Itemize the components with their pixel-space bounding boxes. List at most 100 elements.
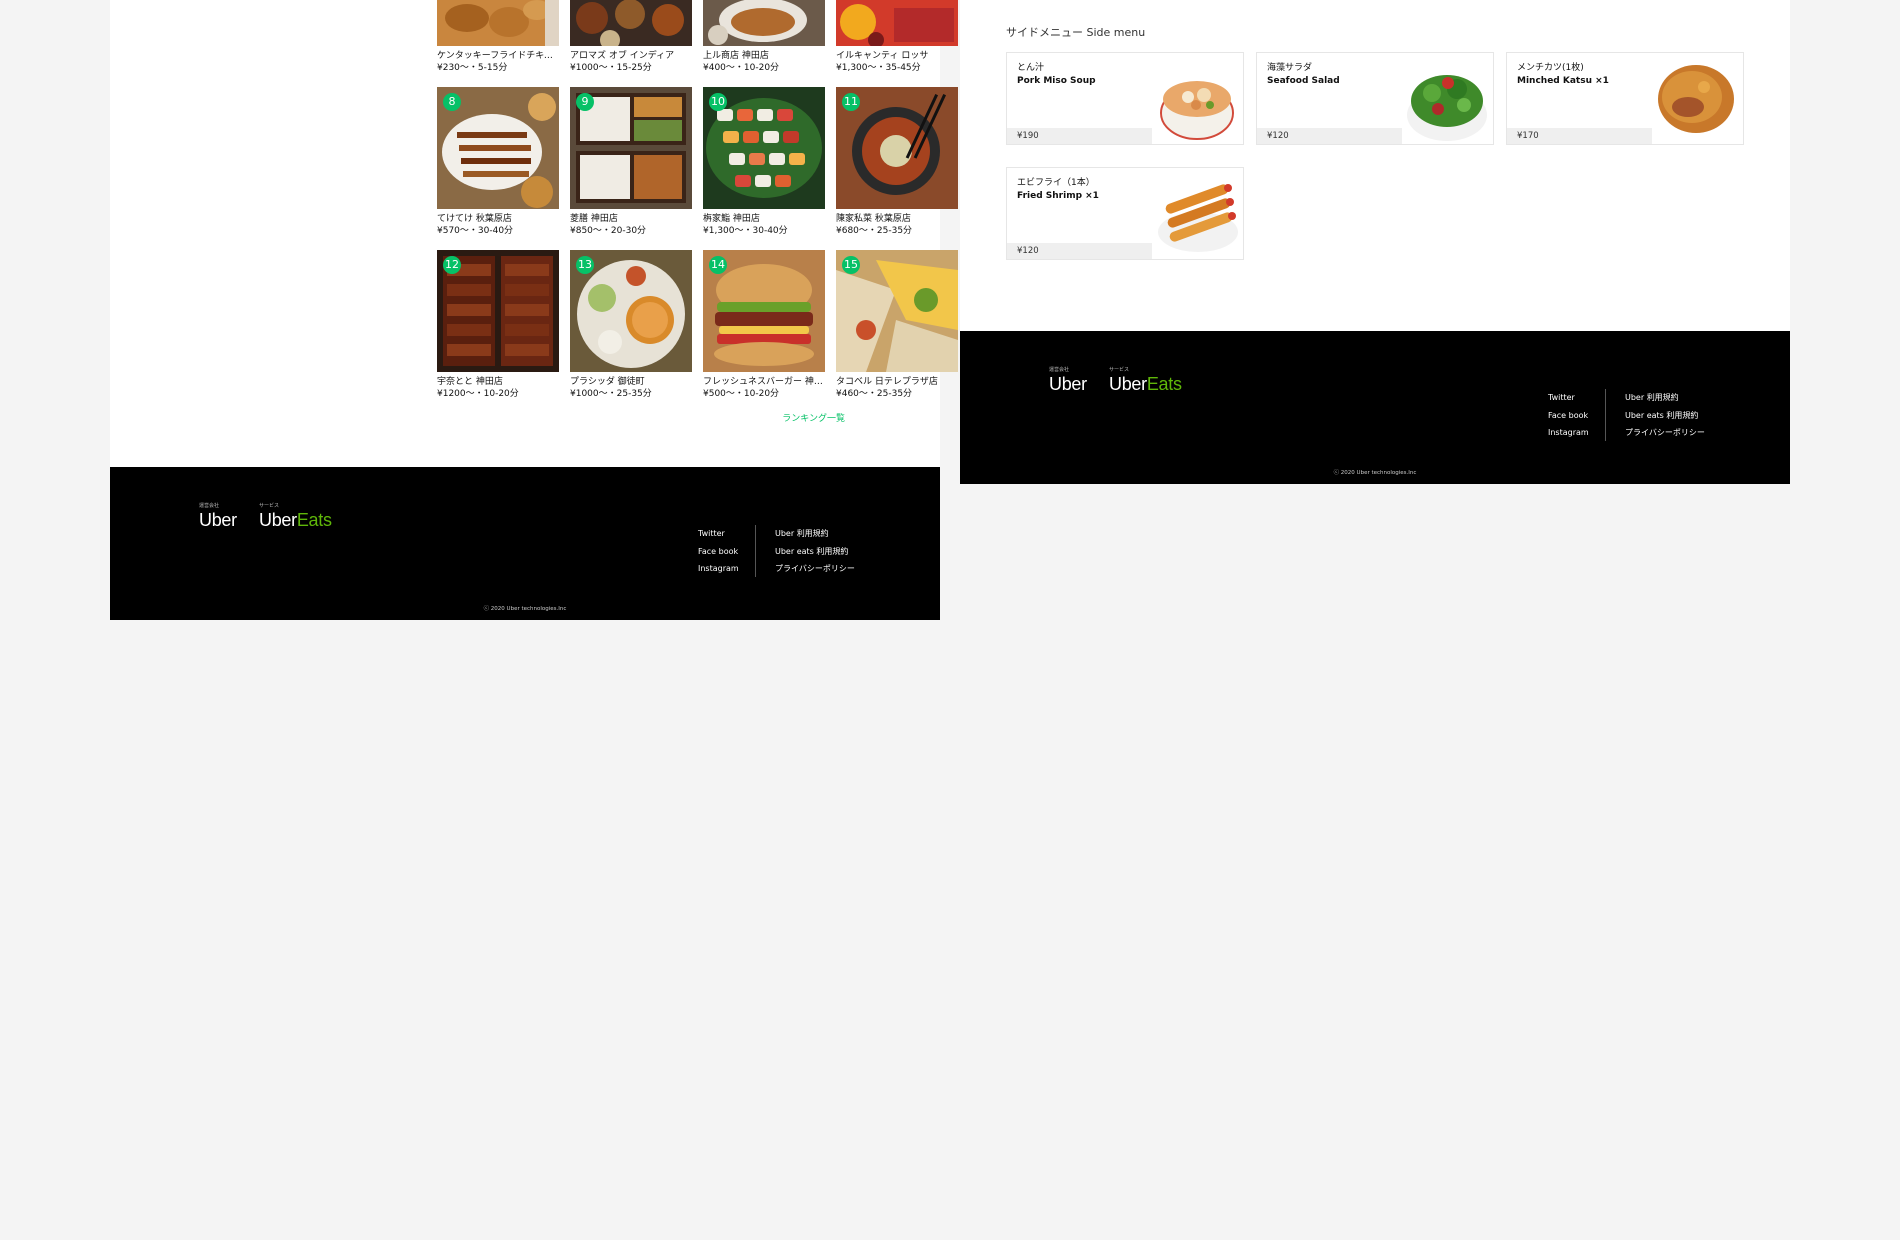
restaurant-name: 陳家私菜 秋葉原店 [836, 214, 911, 224]
footer-divider [755, 525, 756, 577]
restaurant-card[interactable]: 10 栴家鮨 神田店 ¥1,300〜・30-40分 [703, 87, 825, 237]
restaurant-card[interactable]: アロマズ オブ インディア ¥1000〜・15-25分 [570, 0, 692, 74]
uber-eats-logo[interactable]: サービス UberEats [259, 503, 332, 531]
rank-badge: 8 [443, 93, 461, 111]
restaurant-card[interactable]: 15 タコベル 日テレプラザ店 ¥460〜・25-35分 [836, 250, 958, 400]
menu-item-card[interactable]: エビフライ（1本） Fried Shrimp ×1 ¥120 [1006, 167, 1244, 260]
uber-wordmark: Uber [1049, 374, 1087, 394]
menu-item-image [1152, 168, 1243, 259]
rank-badge: 15 [842, 256, 860, 274]
uber-terms-link[interactable]: Uber 利用規約 [1625, 389, 1705, 407]
restaurant-meta: ¥1,300〜・35-45分 [836, 63, 921, 73]
uber-eats-wordmark: UberEats [259, 509, 332, 531]
restaurant-card[interactable]: 上ル商店 神田店 ¥400〜・10-20分 [703, 0, 825, 74]
menu-item-name-jp: とん汁 [1017, 63, 1045, 73]
menu-item-text: エビフライ（1本） Fried Shrimp ×1 [1017, 177, 1099, 203]
footer: 運営会社 Uber サービス UberEats Twitter Face boo… [110, 467, 940, 620]
uber-eats-terms-link[interactable]: Uber eats 利用規約 [1625, 407, 1705, 425]
policy-links: Uber 利用規約 Uber eats 利用規約 プライバシーポリシー [775, 525, 855, 578]
restaurant-name: 菱膳 神田店 [570, 214, 618, 224]
social-links: Twitter Face book Instagram [698, 525, 739, 578]
menu-item-name-en: Seafood Salad [1267, 76, 1340, 86]
uber-eats-wordmark-eats: Eats [1146, 374, 1182, 394]
uber-logo[interactable]: 運営会社 Uber [1049, 367, 1087, 395]
side-menu-title: サイドメニュー Side menu [1006, 26, 1146, 39]
restaurant-card[interactable]: 12 宇奈とと 神田店 ¥1200〜・10-20分 [437, 250, 559, 400]
restaurant-thumbnail [836, 0, 958, 46]
restaurant-name: フレッシュネスバーガー 神 ... [703, 377, 825, 387]
restaurant-meta: ¥1000〜・25-35分 [570, 389, 652, 399]
restaurant-name: てけてけ 秋葉原店 [437, 214, 512, 224]
uber-eats-logo[interactable]: サービス UberEats [1109, 367, 1182, 395]
menu-item-card[interactable]: メンチカツ(1枚) Minched Katsu ×1 ¥170 [1506, 52, 1744, 145]
restaurant-meta: ¥570〜・30-40分 [437, 226, 514, 236]
rank-badge: 11 [842, 93, 860, 111]
restaurant-thumbnail [703, 0, 825, 46]
menu-item-image [1152, 53, 1243, 144]
restaurant-thumbnail: 14 [703, 250, 825, 372]
menu-item-name-en: Fried Shrimp ×1 [1017, 191, 1099, 201]
restaurant-thumbnail [570, 0, 692, 46]
restaurant-card[interactable]: ケンタッキーフライドチキン ... ¥230〜・5-15分 [437, 0, 559, 74]
rank-badge: 12 [443, 256, 461, 274]
restaurant-name: 栴家鮨 神田店 [703, 214, 760, 224]
privacy-policy-link[interactable]: プライバシーポリシー [1625, 424, 1705, 442]
uber-eats-wordmark: UberEats [1109, 373, 1182, 395]
restaurant-meta: ¥460〜・25-35分 [836, 389, 913, 399]
restaurant-meta: ¥1200〜・10-20分 [437, 389, 519, 399]
facebook-link[interactable]: Face book [1548, 407, 1589, 425]
menu-item-text: メンチカツ(1枚) Minched Katsu ×1 [1517, 62, 1609, 88]
restaurant-card[interactable]: 8 てけてけ 秋葉原店 ¥570〜・30-40分 [437, 87, 559, 237]
privacy-policy-link[interactable]: プライバシーポリシー [775, 560, 855, 578]
menu-item-name-jp: メンチカツ(1枚) [1517, 63, 1584, 73]
menu-item-card[interactable]: 海藻サラダ Seafood Salad ¥120 [1256, 52, 1494, 145]
restaurant-card[interactable]: 11 陳家私菜 秋葉原店 ¥680〜・25-35分 [836, 87, 958, 237]
menu-item-price: ¥120 [1267, 131, 1289, 141]
rank-badge: 10 [709, 93, 727, 111]
twitter-link[interactable]: Twitter [1548, 389, 1589, 407]
rank-badge: 9 [576, 93, 594, 111]
menu-item-price: ¥170 [1517, 131, 1539, 141]
restaurant-card[interactable]: 9 菱膳 神田店 ¥850〜・20-30分 [570, 87, 692, 237]
menu-item-price: ¥190 [1017, 131, 1039, 141]
restaurant-thumbnail: 9 [570, 87, 692, 209]
restaurant-card[interactable]: 14 フレッシュネスバーガー 神 ... ¥500〜・10-20分 [703, 250, 825, 400]
rank-badge: 14 [709, 256, 727, 274]
uber-logo[interactable]: 運営会社 Uber [199, 503, 237, 531]
restaurant-meta: ¥1,300〜・30-40分 [703, 226, 788, 236]
social-links: Twitter Face book Instagram [1548, 389, 1589, 442]
restaurant-thumbnail: 11 [836, 87, 958, 209]
twitter-link[interactable]: Twitter [698, 525, 739, 543]
restaurant-meta: ¥850〜・20-30分 [570, 226, 647, 236]
footer: 運営会社 Uber サービス UberEats Twitter Face boo… [960, 331, 1790, 484]
facebook-link[interactable]: Face book [698, 543, 739, 561]
uber-eats-wordmark-uber: Uber [1109, 374, 1147, 394]
restaurant-meta: ¥1000〜・15-25分 [570, 63, 652, 73]
restaurant-meta: ¥680〜・25-35分 [836, 226, 913, 236]
rank-badge: 13 [576, 256, 594, 274]
restaurant-name: アロマズ オブ インディア [570, 51, 675, 61]
menu-item-price: ¥120 [1017, 246, 1039, 256]
uber-eats-terms-link[interactable]: Uber eats 利用規約 [775, 543, 855, 561]
uber-terms-link[interactable]: Uber 利用規約 [775, 525, 855, 543]
ranking-list-link[interactable]: ランキング一覧 [782, 411, 845, 424]
instagram-link[interactable]: Instagram [698, 560, 739, 578]
restaurant-card[interactable]: 13 プラシッダ 御徒町 ¥1000〜・25-35分 [570, 250, 692, 400]
restaurant-thumbnail: 10 [703, 87, 825, 209]
copyright: ⓒ 2020 Uber technologies.Inc [483, 606, 567, 612]
menu-item-image [1652, 53, 1743, 144]
copyright: ⓒ 2020 Uber technologies.Inc [1333, 470, 1417, 476]
restaurant-thumbnail [437, 0, 559, 46]
menu-item-name-jp: 海藻サラダ [1267, 63, 1313, 73]
menu-item-card[interactable]: とん汁 Pork Miso Soup ¥190 [1006, 52, 1244, 145]
restaurant-name: プラシッダ 御徒町 [570, 377, 645, 387]
instagram-link[interactable]: Instagram [1548, 424, 1589, 442]
menu-item-text: とん汁 Pork Miso Soup [1017, 62, 1096, 88]
footer-divider [1605, 389, 1606, 441]
restaurant-thumbnail: 13 [570, 250, 692, 372]
policy-links: Uber 利用規約 Uber eats 利用規約 プライバシーポリシー [1625, 389, 1705, 442]
restaurant-thumbnail: 15 [836, 250, 958, 372]
uber-eats-wordmark-uber: Uber [259, 510, 297, 530]
restaurant-name: 上ル商店 神田店 [703, 51, 769, 61]
restaurant-card[interactable]: イルキャンティ ロッサ ¥1,300〜・35-45分 [836, 0, 958, 74]
